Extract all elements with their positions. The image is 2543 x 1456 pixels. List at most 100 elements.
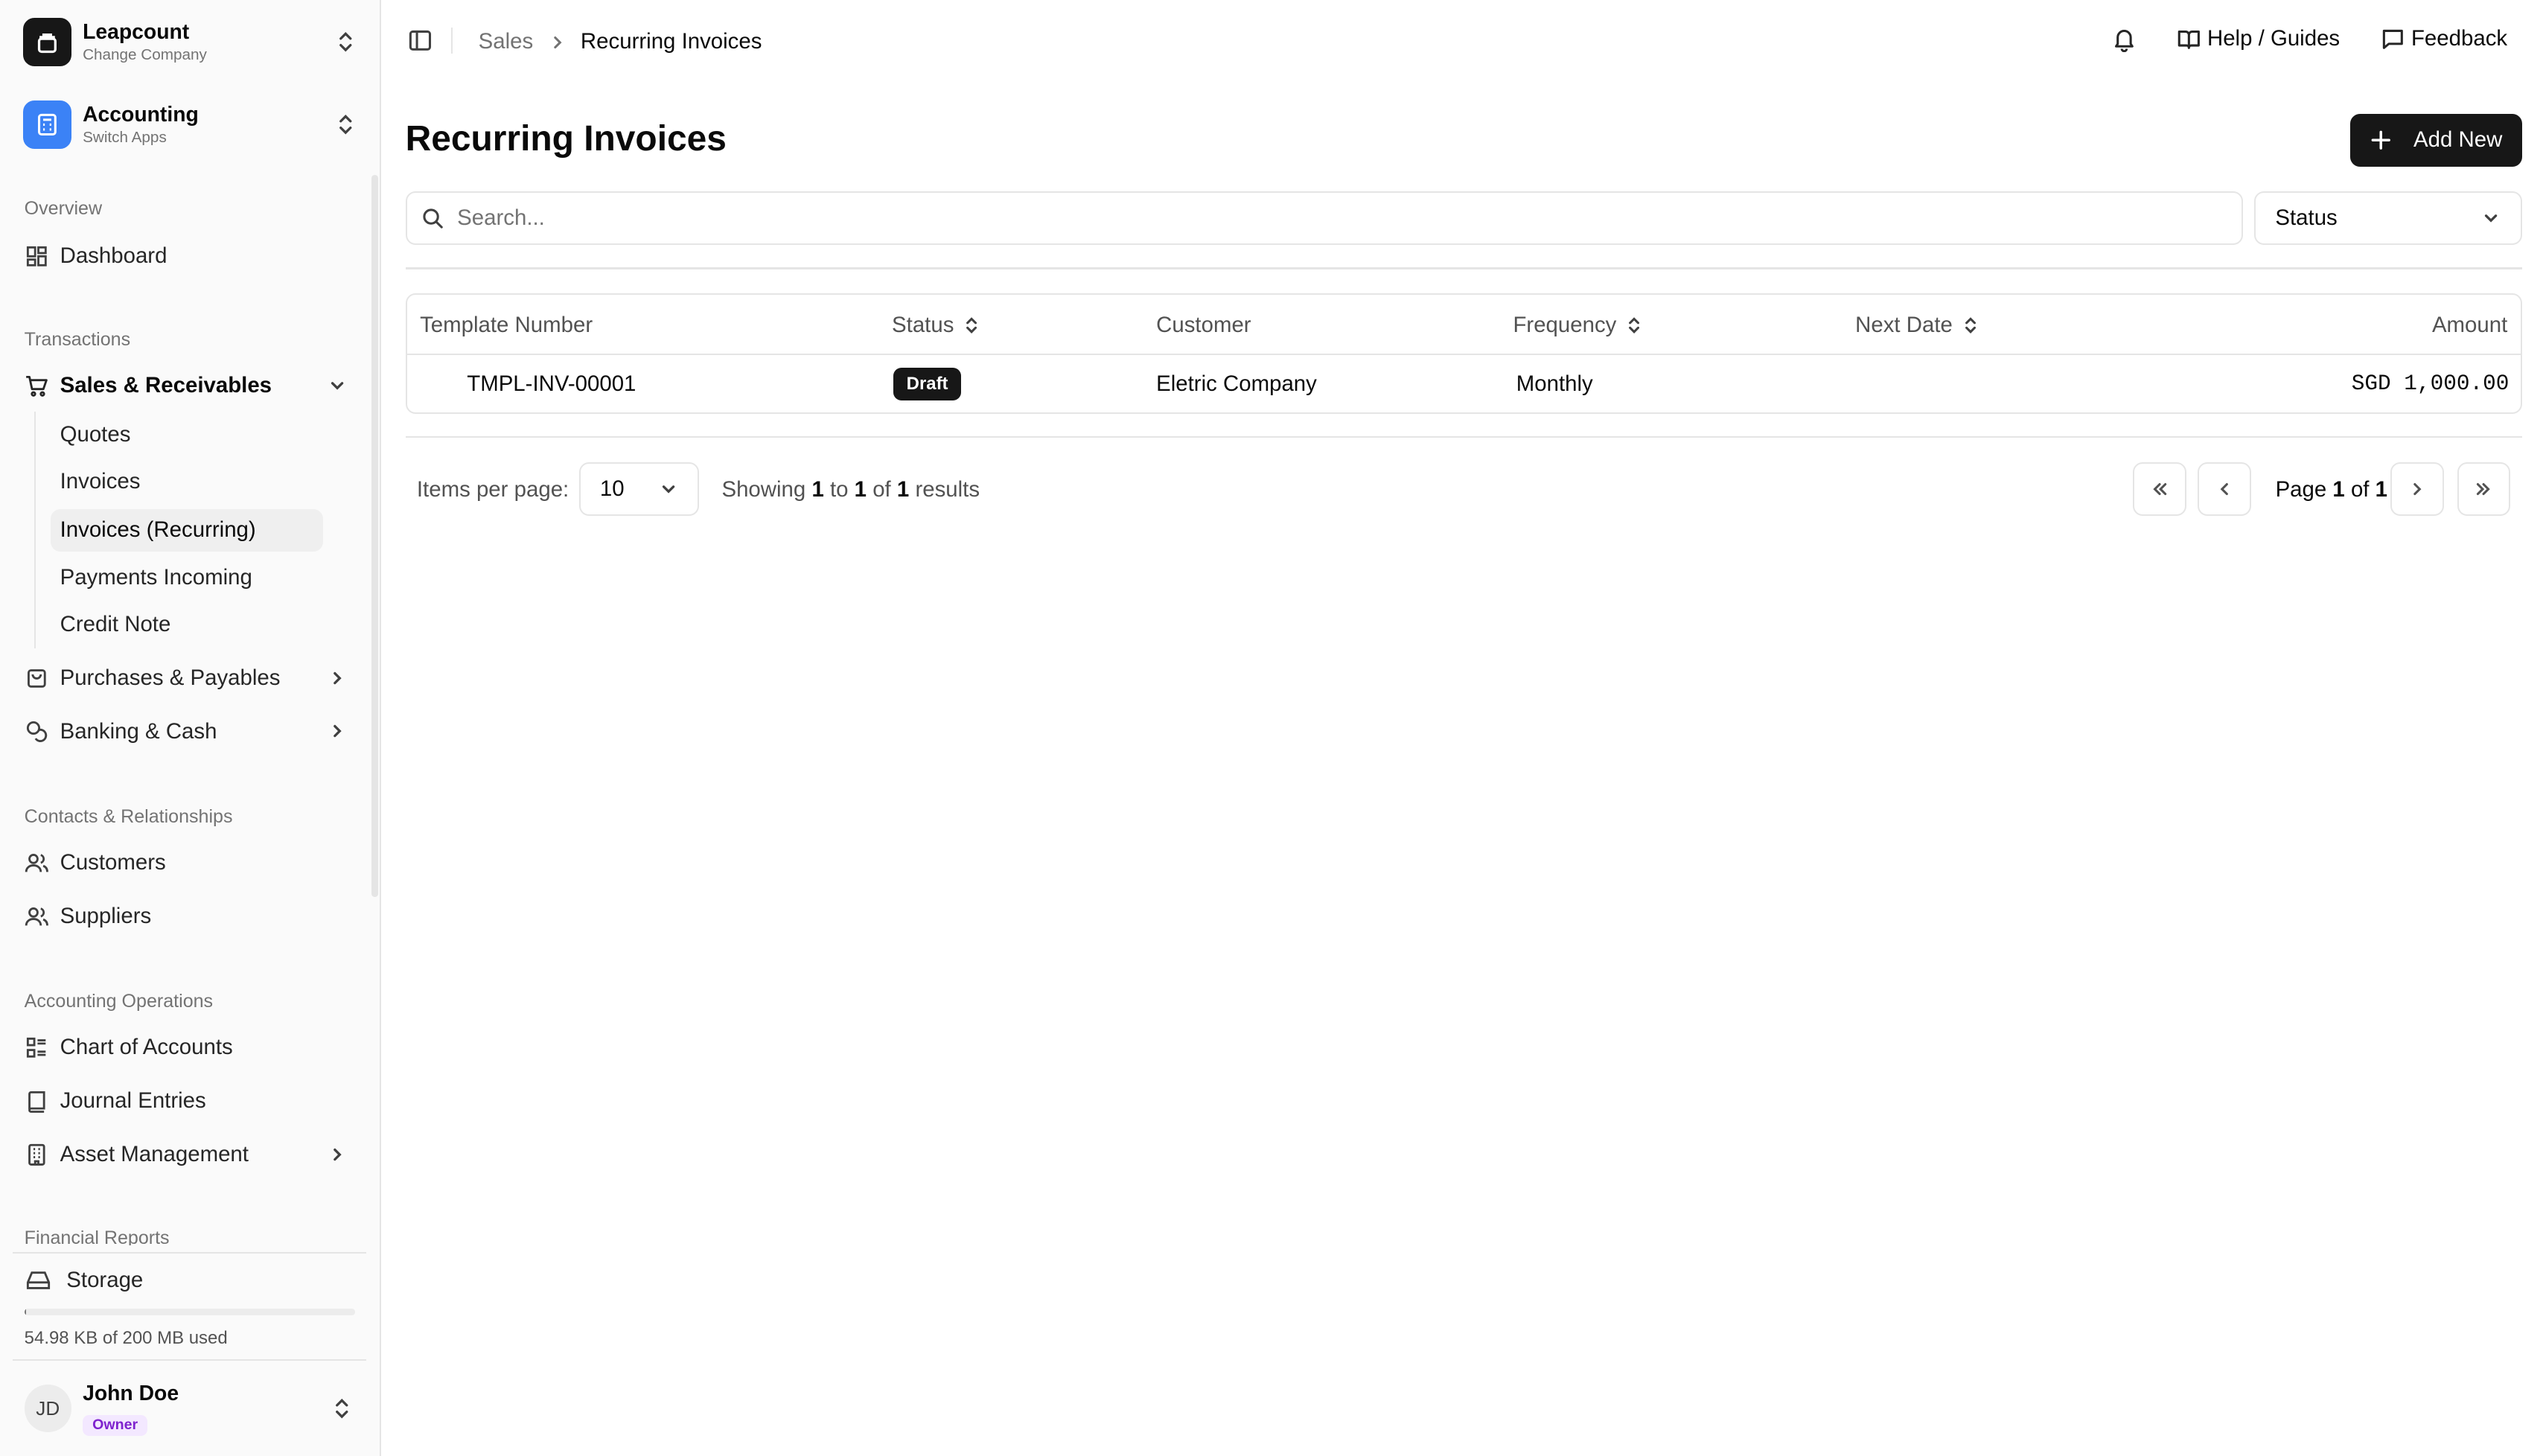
sidebar-toggle-icon[interactable] [407,28,433,54]
sidebar-item-label: Purchases & Payables [60,665,281,690]
help-guides-button[interactable]: Help / Guides [2177,26,2341,51]
next-page-button[interactable] [2390,462,2445,516]
sort-icon [1965,317,1976,334]
breadcrumb-sales[interactable]: Sales [479,29,534,54]
results-summary: Showing 1 to 1 of 1 results [721,476,980,502]
chevron-down-icon [662,485,674,494]
sidebar-item-asset-management[interactable]: Asset Management [13,1132,357,1178]
column-header-frequency[interactable]: Frequency [1513,313,1644,338]
sidebar-item-purchases[interactable]: Purchases & Payables [13,655,357,700]
search-icon [423,208,443,229]
plus-icon [2371,130,2391,150]
building-icon [28,1143,45,1166]
page-indicator: Page 1 of 1 [2275,476,2388,502]
shopping-bag-icon [27,669,46,689]
sidebar-item-sales[interactable]: Sales & Receivables [13,363,357,409]
role-badge: Owner [83,1415,148,1436]
chevrons-up-down-icon [339,115,352,135]
sidebar-nav[interactable]: Overview Dashboard Transactions Sales & … [0,175,370,1245]
column-header-next-date[interactable]: Next Date [1855,313,1980,338]
app-switcher[interactable]: Accounting Switch Apps [22,99,357,151]
column-header-customer: Customer [1156,313,1251,338]
template-number-cell: TMPL-INV-00001 [467,371,636,396]
list-tree-icon [26,1037,45,1058]
sidebar-item-banking[interactable]: Banking & Cash [13,709,357,754]
hard-drive-icon [26,1271,50,1290]
status-filter-label: Status [2275,205,2338,230]
storage-usage-text: 54.98 KB of 200 MB used [24,1328,228,1349]
sidebar-item-label: Chart of Accounts [60,1035,233,1060]
last-page-button[interactable] [2457,462,2511,516]
recurring-invoices-table: Template Number Status Customer Frequenc… [405,293,2522,414]
column-header-amount: Amount [2431,313,2508,338]
pagination: Items per page: 10 Showing 1 to 1 of 1 r… [417,461,2511,516]
dashboard-icon [26,246,47,266]
app-name: Accounting [83,103,199,127]
chevron-down-icon [2485,214,2498,223]
search-input[interactable] [457,205,2242,231]
sidebar-item-invoices[interactable]: Invoices [51,461,323,503]
chevron-right-icon [334,671,342,684]
sidebar-item-journal-entries[interactable]: Journal Entries [13,1079,357,1124]
chevrons-up-down-icon [336,1398,348,1419]
sidebar-item-payments-incoming[interactable]: Payments Incoming [51,556,323,598]
app-subtitle: Switch Apps [83,129,167,147]
page-title: Recurring Invoices [405,119,727,159]
help-guides-label: Help / Guides [2207,26,2341,51]
shopping-cart-icon [25,376,48,397]
first-page-button[interactable] [2132,462,2186,516]
storage-progress-fill [24,1308,26,1315]
chevron-right-icon [554,36,562,48]
storage-label: Storage [66,1267,144,1292]
section-label-transactions: Transactions [24,329,131,351]
column-header-template-number: Template Number [420,313,593,338]
submenu-guide-line [33,412,36,649]
add-new-button[interactable]: Add New [2349,113,2522,167]
sidebar-item-label: Dashboard [60,243,167,269]
bell-icon[interactable] [2111,26,2137,52]
table-header-row: Template Number Status Customer Frequenc… [406,295,2521,355]
chevron-left-icon [2220,482,2228,495]
sidebar-item-customers[interactable]: Customers [13,840,357,886]
items-per-page-select[interactable]: 10 [578,462,699,516]
storage-panel: Storage 54.98 KB of 200 MB used [13,1251,367,1349]
sidebar-scrollbar[interactable] [371,175,378,897]
sidebar-item-invoices-recurring[interactable]: Invoices (Recurring) [50,509,323,552]
sidebar: Leapcount Change Company Accounting Swit… [0,0,381,1456]
sidebar-item-dashboard[interactable]: Dashboard [13,234,357,279]
feedback-label: Feedback [2410,26,2508,51]
avatar: JD [24,1385,71,1432]
feedback-button[interactable]: Feedback [2381,26,2508,51]
users-icon [25,907,48,925]
sidebar-item-quotes[interactable]: Quotes [51,414,323,456]
chevron-right-icon [334,1148,342,1161]
amount-cell: SGD 1,000.00 [2351,371,2510,396]
calculator-icon [22,100,71,150]
sidebar-item-credit-note[interactable]: Credit Note [51,603,323,645]
section-label-financial-reports: Financial Reports [24,1227,170,1246]
sort-icon [966,317,977,334]
sidebar-item-label: Sales & Receivables [60,373,272,398]
coins-icon [26,721,47,743]
chevrons-right-icon [2477,482,2491,495]
frequency-cell: Monthly [1516,371,1593,396]
divider [450,28,453,54]
sidebar-item-label: Banking & Cash [60,718,217,744]
company-switcher[interactable]: Leapcount Change Company [22,16,357,68]
chevrons-left-icon [2153,482,2166,495]
sort-icon [1629,317,1640,334]
breadcrumb-current: Recurring Invoices [580,29,762,54]
main-content: Sales Recurring Invoices Help / Guides F… [381,0,2543,1456]
column-header-status[interactable]: Status [892,313,981,338]
book-icon [28,1091,45,1113]
sidebar-item-chart-of-accounts[interactable]: Chart of Accounts [13,1025,357,1070]
sidebar-item-label: Customers [60,850,166,875]
user-name: John Doe [83,1381,179,1405]
user-menu[interactable]: JD John Doe Owner [13,1358,367,1456]
previous-page-button[interactable] [2197,462,2251,516]
chevrons-up-down-icon [339,32,352,52]
sidebar-item-label: Suppliers [60,903,152,928]
status-filter-select[interactable]: Status [2254,191,2522,245]
search-box[interactable] [405,191,2243,245]
sidebar-item-suppliers[interactable]: Suppliers [13,893,357,939]
